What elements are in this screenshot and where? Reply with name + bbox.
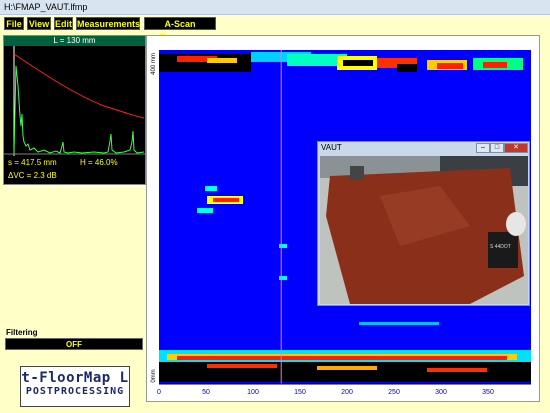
y-top-label: 400 mm <box>151 53 157 75</box>
x-tick: 150 <box>294 389 306 396</box>
device-label: S 44DOT <box>490 244 511 250</box>
product-logo: t-FloorMap L POSTPROCESSING <box>20 366 130 407</box>
x-tick: 350 <box>482 389 494 396</box>
x-tick: 250 <box>388 389 400 396</box>
window-title: H:\FMAP_VAUT.lfmp <box>0 0 550 15</box>
x-tick: 200 <box>341 389 353 396</box>
menu-file[interactable]: File <box>4 17 24 30</box>
ascan-panel[interactable]: L = 130 mm s = 417.5 mm H = 46.0% ΔVC = … <box>3 35 146 185</box>
maximize-button[interactable]: □ <box>490 143 504 153</box>
vaut-camera-window[interactable]: VAUT – □ ✕ S 44DOT <box>317 141 530 306</box>
x-tick-labels: 0 50 100 150 200 250 300 350 <box>157 389 494 396</box>
logo-subtitle: POSTPROCESSING <box>25 386 125 397</box>
y-bottom-label: 0mm <box>151 369 157 382</box>
ut-device <box>488 232 518 268</box>
ascan-plot <box>4 46 145 156</box>
camera-view: S 44DOT <box>320 156 528 304</box>
menu-bar: File View Edit Measurements A-Scan Recov… <box>0 17 550 42</box>
minimize-button[interactable]: – <box>476 143 490 153</box>
ascan-signal <box>13 65 145 155</box>
tcg-curve <box>13 53 145 119</box>
logo-title: t-FloorMap L <box>21 370 129 386</box>
x-tick: 50 <box>202 389 210 396</box>
close-button[interactable]: ✕ <box>504 143 528 153</box>
readout-h: H = 46.0% <box>80 158 118 167</box>
ascan-length-label: L = 130 mm <box>4 36 145 46</box>
x-tick: 300 <box>435 389 447 396</box>
filtering-label: Filtering <box>6 328 38 337</box>
x-tick: 0 <box>157 389 161 396</box>
hand <box>506 212 526 236</box>
x-tick: 100 <box>247 389 259 396</box>
menu-ascan-recovery[interactable]: A-Scan Recovery <box>144 17 216 42</box>
menu-edit[interactable]: Edit <box>54 17 73 30</box>
filtering-toggle[interactable]: OFF <box>5 338 143 350</box>
readout-s: s = 417.5 mm <box>8 158 57 167</box>
menu-view[interactable]: View <box>27 17 51 30</box>
camera-window-title: VAUT <box>321 143 342 152</box>
readout-avc: ΔVC = 2.3 dB <box>8 171 57 180</box>
bottom-defect-band <box>159 350 531 382</box>
menu-measurements[interactable]: Measurements <box>76 17 140 30</box>
